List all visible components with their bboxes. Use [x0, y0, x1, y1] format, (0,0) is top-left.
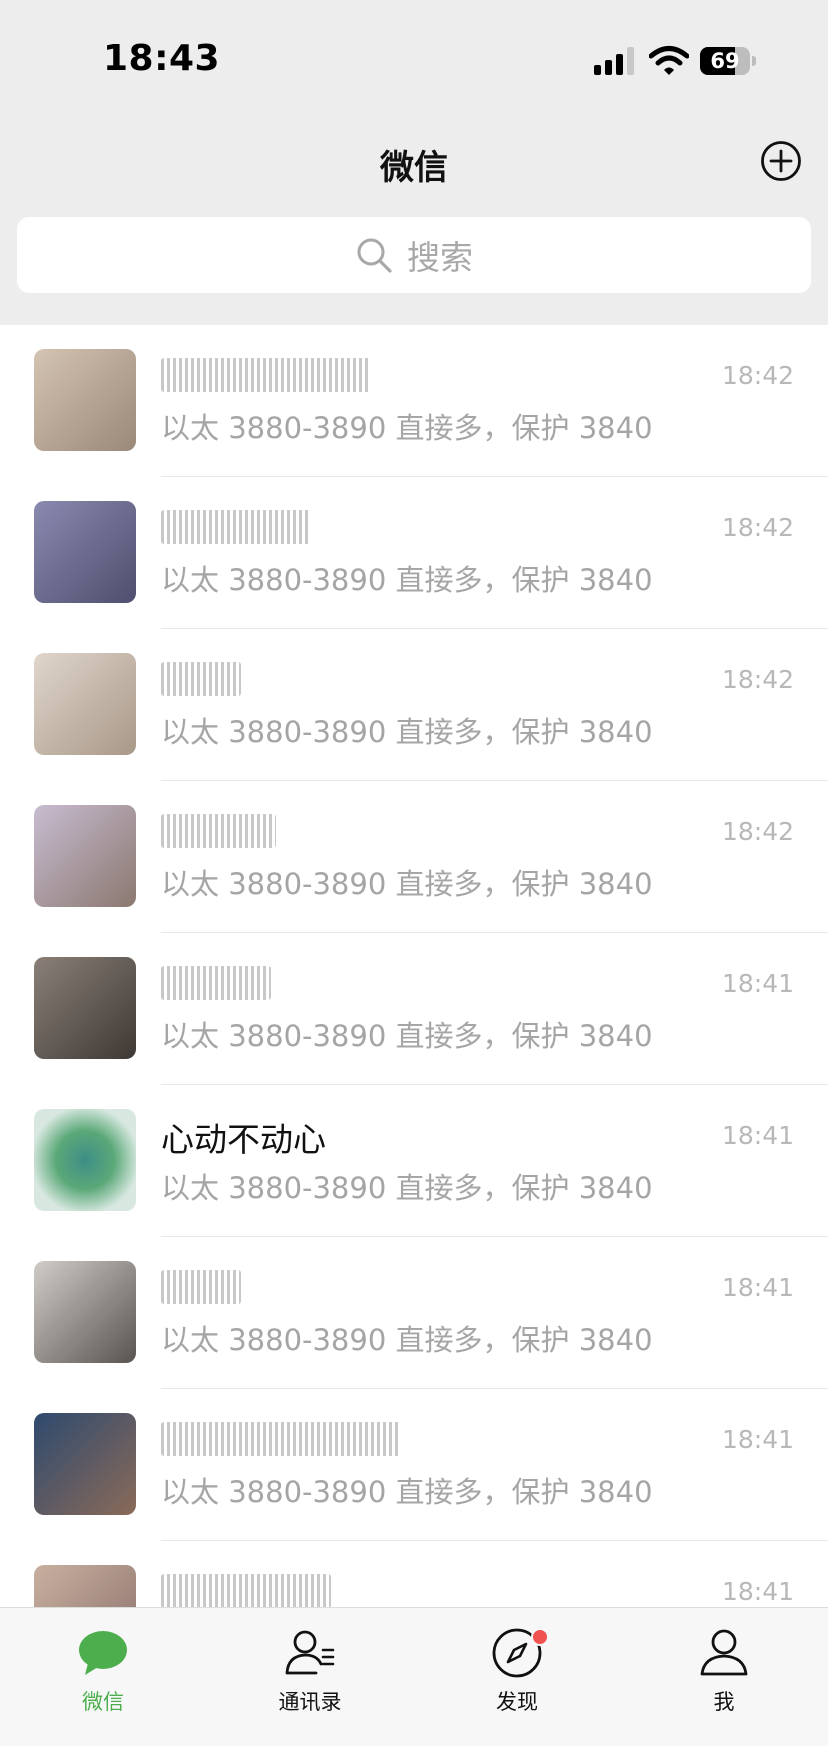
notification-badge	[531, 1628, 549, 1646]
plus-circle-icon	[761, 141, 801, 181]
avatar	[34, 1565, 136, 1607]
chat-row[interactable]: 以太 3880-3890 直接多，保护 3840 18:42	[0, 629, 828, 781]
blurred-name	[161, 661, 241, 696]
chat-list: 以太 3880-3890 直接多，保护 3840 18:42 以太 3880-3…	[0, 325, 828, 1607]
chat-time: 18:41	[721, 1121, 794, 1150]
tab-label: 通讯录	[278, 1690, 342, 1714]
chat-time: 18:42	[721, 817, 794, 846]
chat-message: 以太 3880-3890 直接多，保护 3840	[161, 1475, 653, 1509]
chat-row[interactable]: 以太 3880-3890 直接多，保护 3840 18:41	[0, 933, 828, 1085]
add-button[interactable]	[760, 140, 802, 182]
search-placeholder: 搜索	[407, 238, 473, 277]
tab-label: 我	[713, 1690, 735, 1714]
chat-name	[161, 353, 371, 392]
chat-message: 以太 3880-3890 直接多，保护 3840	[161, 563, 653, 597]
chat-row[interactable]: 18:41	[0, 1541, 828, 1607]
chat-name	[161, 809, 276, 848]
chat-time: 18:41	[721, 1425, 794, 1454]
status-bar: 18:43 69	[0, 0, 828, 110]
chat-time: 18:42	[721, 361, 794, 390]
chat-message: 以太 3880-3890 直接多，保护 3840	[161, 1171, 653, 1205]
chat-name	[161, 1569, 331, 1607]
tab-bar: 微信 通讯录 发现 我	[0, 1607, 828, 1746]
chat-bubble-icon	[79, 1631, 127, 1675]
chat-name	[161, 1265, 241, 1304]
blurred-name	[161, 1573, 331, 1607]
chat-name	[161, 961, 271, 1000]
chat-row[interactable]: 心动不动心 以太 3880-3890 直接多，保护 3840 18:41	[0, 1085, 828, 1237]
avatar	[34, 653, 136, 755]
avatar	[34, 349, 136, 451]
tab-label: 微信	[82, 1690, 124, 1714]
avatar	[34, 957, 136, 1059]
blurred-name	[161, 357, 371, 392]
avatar	[34, 1413, 136, 1515]
battery-icon: 69	[700, 47, 758, 75]
page-title: 微信	[380, 148, 448, 188]
chat-row[interactable]: 以太 3880-3890 直接多，保护 3840 18:41	[0, 1237, 828, 1389]
chat-name	[161, 505, 311, 544]
chat-time: 18:41	[721, 1577, 794, 1606]
chat-message: 以太 3880-3890 直接多，保护 3840	[161, 715, 653, 749]
chat-row[interactable]: 以太 3880-3890 直接多，保护 3840 18:42	[0, 325, 828, 477]
battery-level: 69	[710, 49, 740, 73]
tab-discover[interactable]: 发现	[437, 1626, 597, 1726]
tab-chats[interactable]: 微信	[23, 1626, 183, 1726]
wifi-icon	[648, 45, 690, 77]
chat-row[interactable]: 以太 3880-3890 直接多，保护 3840 18:41	[0, 1389, 828, 1541]
blurred-name	[161, 509, 311, 544]
avatar	[34, 1261, 136, 1363]
blurred-name	[161, 813, 276, 848]
blurred-name	[161, 1421, 401, 1456]
contacts-icon	[285, 1630, 335, 1675]
chat-message: 以太 3880-3890 直接多，保护 3840	[161, 1019, 653, 1053]
chat-name: 心动不动心	[161, 1120, 326, 1159]
avatar	[34, 1109, 136, 1211]
header: 微信	[0, 110, 828, 210]
chat-time: 18:41	[721, 1273, 794, 1302]
tab-label: 发现	[496, 1690, 538, 1714]
cellular-signal-icon	[594, 47, 636, 75]
chat-name	[161, 657, 241, 696]
chat-message: 以太 3880-3890 直接多，保护 3840	[161, 1323, 653, 1357]
chat-time: 18:42	[721, 513, 794, 542]
chat-message: 以太 3880-3890 直接多，保护 3840	[161, 411, 653, 445]
blurred-name	[161, 965, 271, 1000]
tab-contacts[interactable]: 通讯录	[230, 1626, 390, 1726]
avatar	[34, 501, 136, 603]
blurred-name	[161, 1269, 241, 1304]
chat-time: 18:41	[721, 969, 794, 998]
chat-name	[161, 1417, 401, 1456]
search-input[interactable]: 搜索	[17, 217, 811, 293]
chat-time: 18:42	[721, 665, 794, 694]
tab-me[interactable]: 我	[644, 1626, 804, 1726]
search-icon	[357, 238, 392, 273]
chat-row[interactable]: 以太 3880-3890 直接多，保护 3840 18:42	[0, 781, 828, 933]
person-icon	[700, 1629, 748, 1676]
chat-message: 以太 3880-3890 直接多，保护 3840	[161, 867, 653, 901]
avatar	[34, 805, 136, 907]
status-time: 18:43	[103, 38, 221, 79]
chat-row[interactable]: 以太 3880-3890 直接多，保护 3840 18:42	[0, 477, 828, 629]
